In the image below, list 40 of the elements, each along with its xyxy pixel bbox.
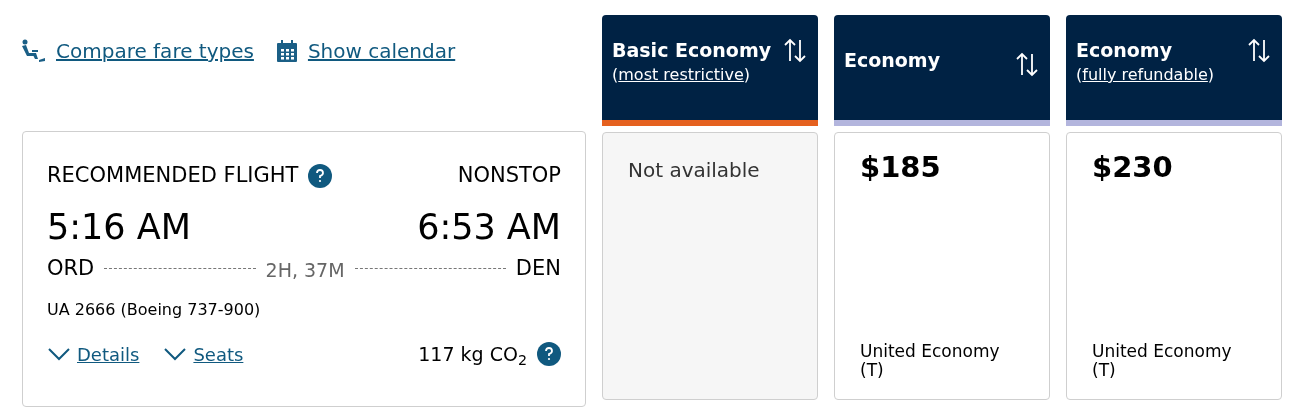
paren: ) xyxy=(743,63,751,86)
fare-price: $185 xyxy=(860,153,941,182)
destination-code: DEN xyxy=(515,254,561,282)
cabin-name: United Economy xyxy=(860,341,1000,362)
fare-type-title: Basic Economy xyxy=(612,39,772,63)
expand-toggle[interactable]: Seats xyxy=(163,340,244,368)
chevron-down-icon xyxy=(47,347,71,362)
calendar-icon xyxy=(275,39,298,63)
fare-cell[interactable]: $230 United Economy (T) xyxy=(1066,132,1282,400)
chevron-down-icon xyxy=(163,347,188,362)
fare-type-link[interactable]: fully refundable xyxy=(1082,62,1208,87)
availability-text: Not available xyxy=(628,158,760,182)
sort-icon[interactable] xyxy=(1014,51,1040,77)
emissions-text: 117 kg CO$_{2}$ xyxy=(418,342,527,369)
fare-class: (T) xyxy=(1092,361,1117,381)
fare-price: $230 xyxy=(1092,153,1173,182)
fare-cell[interactable]: $185 United Economy (T) xyxy=(834,132,1050,400)
cabin-name: United Economy xyxy=(1092,341,1232,362)
card-title: RECOMMENDED FLIGHT xyxy=(47,162,299,189)
departure-time: 5:16 AM xyxy=(47,209,191,245)
seat-icon xyxy=(20,39,46,63)
link[interactable]: Compare fare types xyxy=(20,36,254,66)
sort-icon[interactable] xyxy=(1246,37,1272,63)
fare-type-link[interactable]: most restrictive xyxy=(618,62,744,87)
fare-class: (T) xyxy=(860,361,885,381)
fare-type-title: Economy xyxy=(1076,39,1174,63)
paren: ) xyxy=(1207,63,1215,86)
duration: 2H, 37M xyxy=(265,257,345,283)
stops-label: NONSTOP xyxy=(457,162,561,189)
help-icon[interactable] xyxy=(308,163,333,188)
sort-icon[interactable] xyxy=(782,37,808,63)
help-icon[interactable] xyxy=(537,342,561,367)
paren: ( xyxy=(1076,63,1083,86)
fare-type-title: Economy xyxy=(844,49,941,73)
link[interactable]: Show calendar xyxy=(275,36,456,66)
paren: ( xyxy=(612,63,619,86)
origin-code: ORD xyxy=(47,254,95,282)
arrival-time: 6:53 AM xyxy=(417,209,561,245)
flight-number: UA 2666 (Boeing 737-900) xyxy=(47,299,262,321)
expand-toggle[interactable]: Details xyxy=(47,340,140,368)
